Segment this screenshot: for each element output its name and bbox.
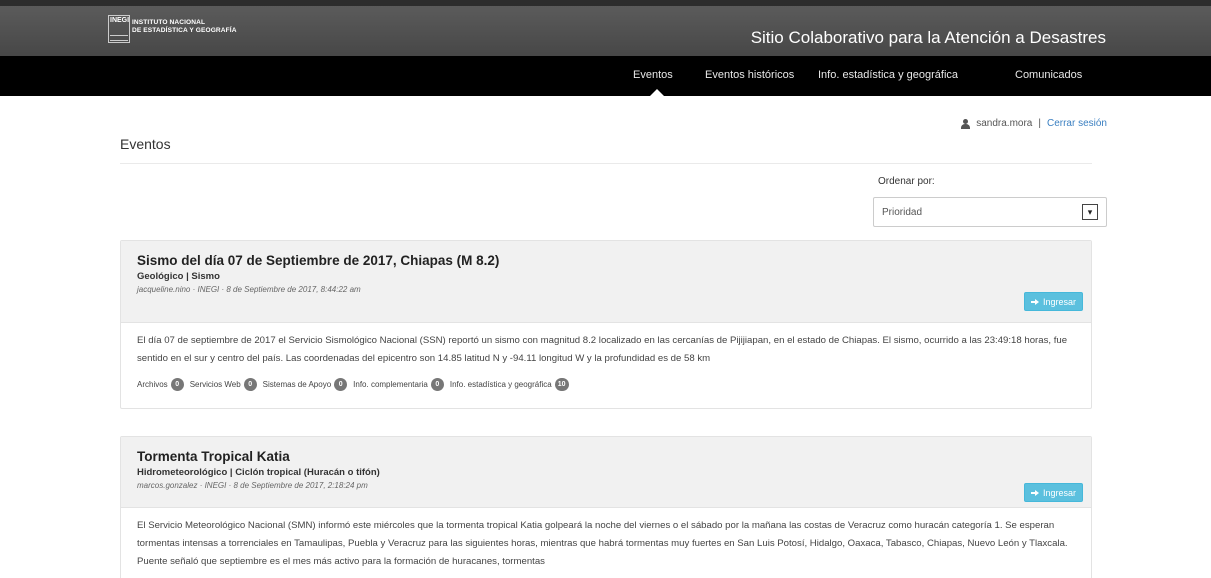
count-badge: 0 — [430, 378, 444, 391]
event-meta: jacqueline.nino · INEGI · 8 de Septiembr… — [137, 285, 361, 294]
event-meta: marcos.gonzalez · INEGI · 8 de Septiembr… — [137, 481, 368, 490]
event-card: Sismo del día 07 de Septiembre de 2017, … — [120, 240, 1092, 409]
user-icon — [961, 118, 971, 129]
main-nav: Eventos Eventos históricos Info. estadís… — [0, 56, 1211, 96]
event-card-header: Tormenta Tropical Katia Hidrometeorológi… — [121, 437, 1091, 508]
site-title: Sitio Colaborativo para la Atención a De… — [750, 28, 1106, 47]
active-nav-caret — [650, 89, 664, 96]
logo-line-1: INSTITUTO NACIONAL — [132, 19, 206, 26]
event-description: El día 07 de septiembre de 2017 el Servi… — [137, 335, 1068, 364]
link-label: Archivos — [137, 380, 168, 389]
link-info-estadistica[interactable]: Info. estadística y geográfica 10 — [450, 378, 569, 391]
event-category: Geológico | Sismo — [137, 271, 220, 282]
ingresar-button[interactable]: Ingresar — [1023, 292, 1083, 311]
count-badge: 10 — [554, 378, 569, 391]
user-bar: sandra.mora | Cerrar sesión — [961, 118, 1107, 129]
page-title: Eventos — [120, 136, 171, 152]
count-badge: 0 — [243, 378, 257, 391]
link-label: Servicios Web — [189, 380, 241, 389]
nav-item-info-estadistica[interactable]: Info. estadística y geográfica — [818, 69, 958, 81]
ingresar-button[interactable]: Ingresar — [1023, 483, 1083, 502]
event-category: Hidrometeorológico | Ciclón tropical (Hu… — [137, 467, 380, 478]
event-card-header: Sismo del día 07 de Septiembre de 2017, … — [121, 241, 1091, 323]
sign-in-icon — [1030, 298, 1040, 306]
logo-mark-text: INEGI — [110, 17, 130, 24]
count-badge: 0 — [170, 378, 184, 391]
link-label: Info. estadística y geográfica — [449, 380, 552, 389]
title-divider — [120, 163, 1092, 164]
link-servicios-web[interactable]: Servicios Web 0 — [190, 378, 257, 391]
logo-mark: INEGI — [108, 15, 130, 43]
event-links: Archivos 0 Servicios Web 0 Sistemas de A… — [137, 378, 1075, 391]
link-label: Sistemas de Apoyo — [262, 380, 332, 389]
ingresar-label: Ingresar — [1042, 487, 1076, 498]
nav-item-comunicados[interactable]: Comunicados — [1015, 69, 1082, 81]
username[interactable]: sandra.mora — [976, 118, 1032, 129]
sort-selected-value: Prioridad — [882, 207, 923, 218]
sort-label: Ordenar por: — [878, 176, 935, 187]
link-sistemas-apoyo[interactable]: Sistemas de Apoyo 0 — [262, 378, 348, 391]
logo-text: INSTITUTO NACIONAL DE ESTADÍSTICA Y GEOG… — [132, 19, 237, 35]
event-card-body: El día 07 de septiembre de 2017 el Servi… — [121, 323, 1091, 391]
event-card: Tormenta Tropical Katia Hidrometeorológi… — [120, 436, 1092, 578]
inegi-logo[interactable]: INEGI INSTITUTO NACIONAL DE ESTADÍSTICA … — [108, 15, 280, 49]
event-title: Tormenta Tropical Katia — [137, 449, 290, 464]
logo-line-2: DE ESTADÍSTICA Y GEOGRAFÍA — [132, 27, 237, 34]
ingresar-label: Ingresar — [1042, 296, 1076, 307]
link-info-complementaria[interactable]: Info. complementaria 0 — [353, 378, 444, 391]
chevron-down-icon[interactable]: ▾ — [1082, 204, 1098, 220]
site-header: INEGI INSTITUTO NACIONAL DE ESTADÍSTICA … — [0, 0, 1211, 56]
logout-link[interactable]: Cerrar sesión — [1047, 118, 1107, 129]
link-archivos[interactable]: Archivos 0 — [137, 378, 184, 391]
event-description: El Servicio Meteorológico Nacional (SMN)… — [137, 520, 1068, 567]
user-separator: | — [1038, 118, 1041, 129]
link-label: Info. complementaria — [353, 380, 428, 389]
nav-item-eventos-historicos[interactable]: Eventos históricos — [705, 69, 794, 81]
nav-item-eventos[interactable]: Eventos — [633, 69, 673, 81]
event-card-body: El Servicio Meteorológico Nacional (SMN)… — [121, 508, 1091, 571]
sign-in-icon — [1030, 489, 1040, 497]
event-title: Sismo del día 07 de Septiembre de 2017, … — [137, 253, 500, 268]
sort-select[interactable]: Prioridad ▾ — [873, 197, 1107, 227]
count-badge: 0 — [334, 378, 348, 391]
